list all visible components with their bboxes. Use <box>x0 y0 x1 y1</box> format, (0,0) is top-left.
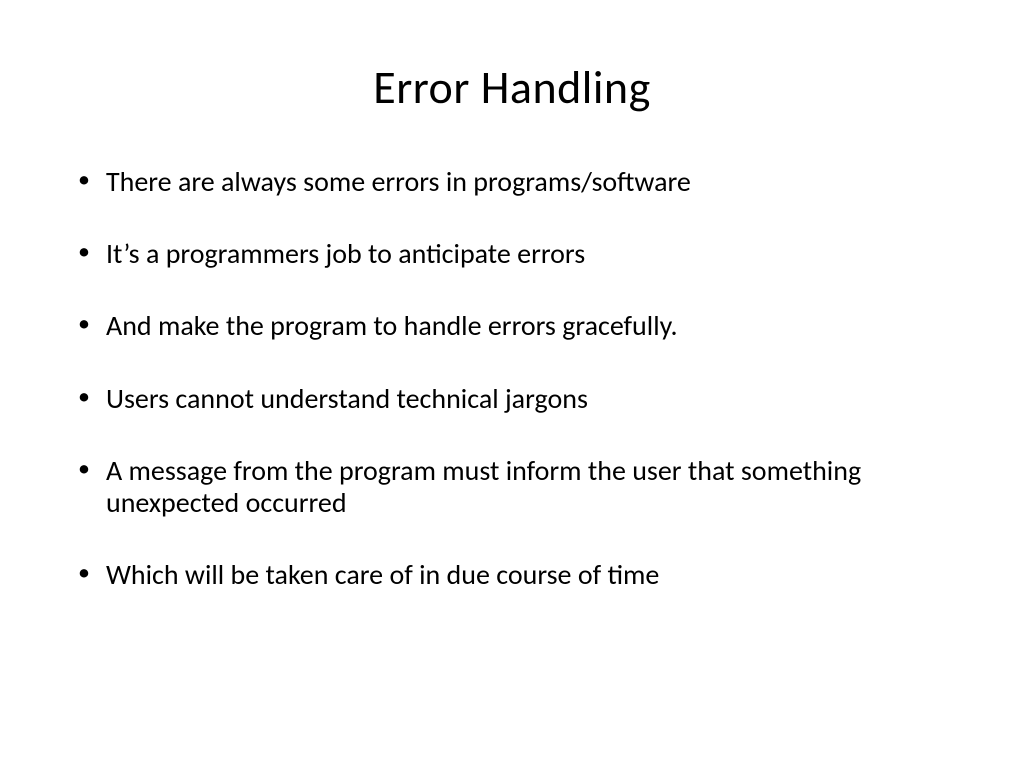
bullet-item: A message from the program must inform t… <box>70 455 954 519</box>
slide-container: Error Handling There are always some err… <box>0 0 1024 768</box>
slide-title: Error Handling <box>70 60 954 116</box>
bullet-item: And make the program to handle errors gr… <box>70 310 954 342</box>
bullet-list: There are always some errors in programs… <box>70 166 954 591</box>
bullet-item: Users cannot understand technical jargon… <box>70 383 954 415</box>
bullet-item: It’s a programmers job to anticipate err… <box>70 238 954 270</box>
bullet-item: Which will be taken care of in due cours… <box>70 559 954 591</box>
bullet-item: There are always some errors in programs… <box>70 166 954 198</box>
